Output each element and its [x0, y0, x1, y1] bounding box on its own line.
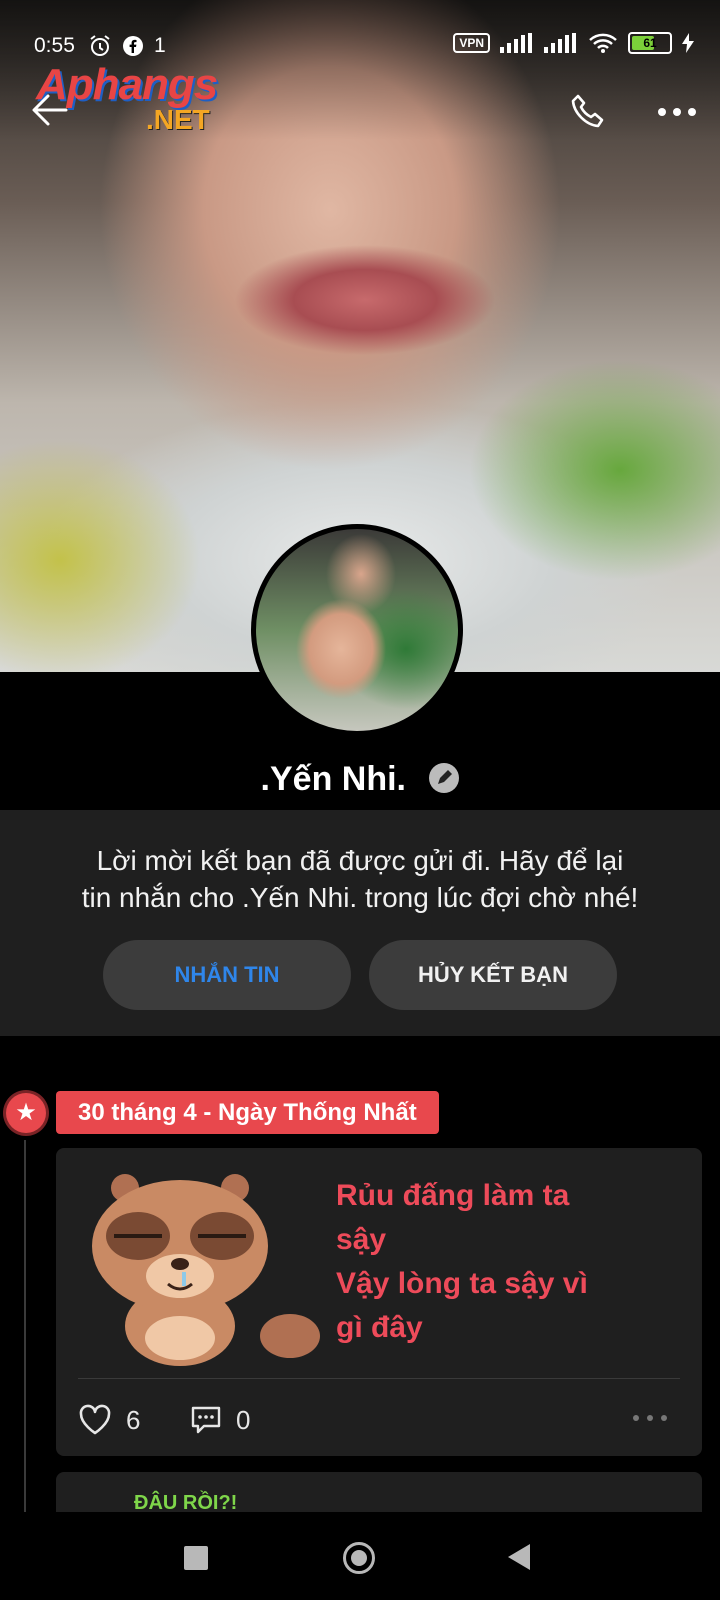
post-text-line3: Vậy lòng ta sậy vì [336, 1267, 588, 1300]
comment-count: 0 [236, 1404, 251, 1435]
wifi-icon [589, 33, 617, 53]
profile-avatar[interactable] [251, 524, 463, 736]
battery-icon: 61 [628, 32, 672, 54]
post-text-line2: sậy [336, 1223, 387, 1256]
post-text-line4: gì đây [336, 1311, 423, 1344]
timeline-line [24, 1140, 26, 1512]
notification-count: 1 [154, 34, 166, 57]
more-options-button[interactable] [652, 96, 702, 128]
back-button[interactable] [30, 92, 74, 132]
status-right-icons: VPN 61 [453, 32, 694, 54]
post-more-icon[interactable] [630, 1406, 670, 1430]
post-actions: 6 0 [78, 1398, 680, 1442]
profile-name: .Yến Nhi. [260, 760, 406, 798]
heart-icon [79, 1404, 111, 1435]
event-label[interactable]: 30 tháng 4 - Ngày Thống Nhất [56, 1091, 439, 1134]
signal-icon-2 [544, 33, 576, 53]
message-button[interactable]: NHẮN TIN [103, 940, 351, 1010]
alarm-icon [90, 35, 110, 56]
friend-request-line2: tin nhắn cho .Yến Nhi. trong lúc đợi chờ… [81, 882, 639, 913]
post-divider [78, 1378, 680, 1379]
system-nav-bar [0, 1512, 720, 1600]
charging-icon [682, 33, 694, 53]
raccoon-sticker [92, 1174, 320, 1366]
post-text: Rủu đấng làm ta sậy Vậy lòng ta sậy vì g… [336, 1174, 666, 1350]
friend-request-message: Lời mời kết bạn đã được gửi đi. Hãy để l… [40, 842, 680, 916]
vpn-badge: VPN [453, 33, 490, 53]
like-count: 6 [126, 1404, 141, 1435]
edit-name-icon[interactable] [429, 763, 460, 794]
cancel-friend-request-button[interactable]: HỦY KẾT BẠN [369, 940, 617, 1010]
friend-request-line1: Lời mời kết bạn đã được gửi đi. Hãy để l… [96, 845, 624, 876]
call-button[interactable] [568, 92, 612, 136]
home-button[interactable] [343, 1542, 375, 1574]
status-left-icons: 1 [88, 34, 166, 58]
post-card[interactable]: Rủu đấng làm ta sậy Vậy lòng ta sậy vì g… [56, 1148, 702, 1456]
recents-button[interactable] [184, 1546, 208, 1570]
phone-icon [571, 94, 604, 128]
signal-icon [500, 33, 532, 53]
more-horizontal-icon [658, 108, 696, 116]
facebook-icon [123, 36, 143, 56]
event-star-icon: ★ [6, 1093, 46, 1133]
watermark-bottom: .NET [146, 104, 210, 135]
like-button[interactable]: 6 [78, 1398, 140, 1442]
profile-name-row: .Yến Nhi. [0, 760, 720, 799]
status-time: 0:55 [34, 34, 75, 57]
system-back-button[interactable] [508, 1544, 530, 1570]
comment-button[interactable]: 0 [190, 1398, 250, 1442]
battery-level: 61 [643, 36, 657, 50]
comment-icon [191, 1406, 221, 1434]
friend-request-panel: Lời mời kết bạn đã được gửi đi. Hãy để l… [0, 810, 720, 1036]
post-text-line1: Rủu đấng làm ta [336, 1179, 570, 1212]
back-arrow-icon [32, 94, 68, 126]
